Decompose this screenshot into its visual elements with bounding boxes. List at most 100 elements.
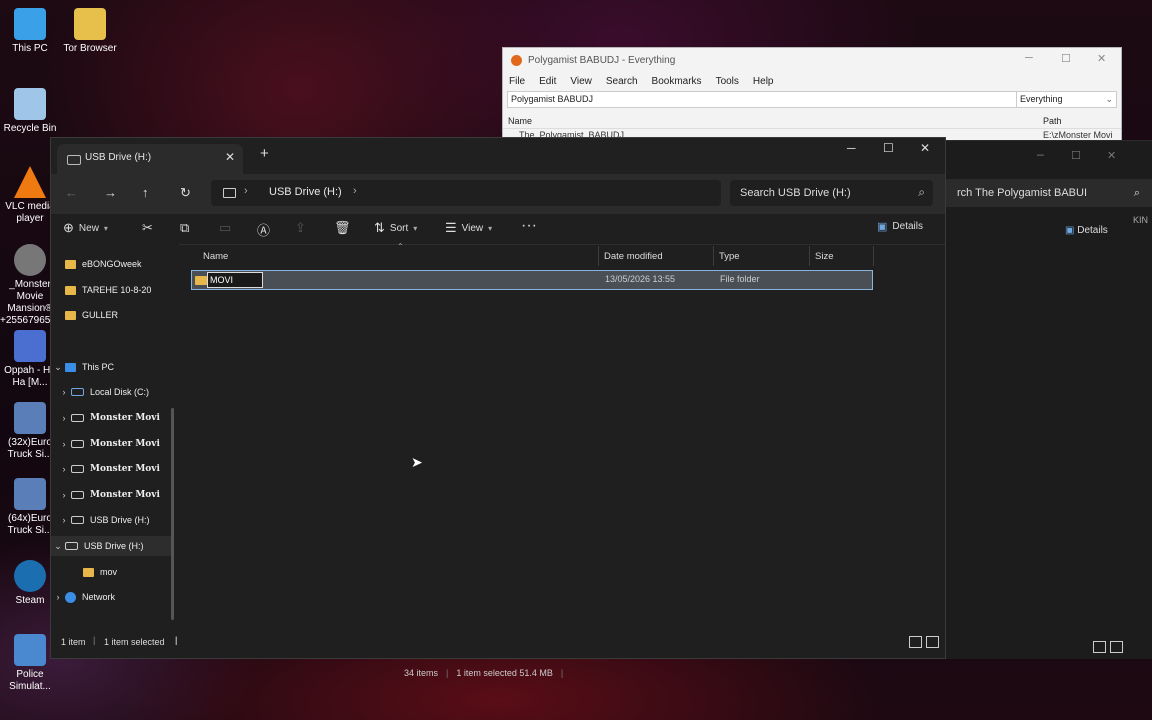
chevron-right-icon[interactable]: › — [57, 413, 71, 423]
details-view-icon[interactable] — [1093, 641, 1106, 653]
column-name[interactable]: Name — [203, 251, 228, 262]
everything-logo-icon — [511, 54, 522, 66]
column-name[interactable]: Name — [508, 116, 532, 126]
background-explorer-window[interactable]: ─ ☐ ✕ rch The Polygamist BABUI ⌕ ▣ Detail… — [943, 140, 1152, 659]
maximize-icon[interactable]: ☐ — [883, 141, 894, 155]
menu-view[interactable]: View — [570, 76, 592, 87]
sort-button[interactable]: ⇅ Sort ▾ — [374, 220, 417, 236]
breadcrumb-usb-drive[interactable]: USB Drive (H:) — [269, 186, 342, 198]
drive-icon — [71, 491, 84, 499]
nav-item-usb-drive-h-selected[interactable]: ⌄ USB Drive (H:) — [51, 536, 171, 556]
chevron-right-icon[interactable]: › — [51, 592, 65, 602]
menu-bookmarks[interactable]: Bookmarks — [652, 76, 702, 87]
file-explorer-window[interactable]: USB Drive (H:) ✕ + ─ ☐ ✕ ← → ↑ ↻ › USB D… — [50, 137, 946, 659]
close-tab-icon[interactable]: ✕ — [225, 150, 235, 164]
desktop-icon-this-pc[interactable]: This PC — [0, 8, 60, 55]
nav-item-this-pc[interactable]: ⌄ This PC — [51, 357, 171, 377]
column-type[interactable]: Type — [719, 251, 740, 262]
tab-usb-drive[interactable]: USB Drive (H:) ✕ — [57, 144, 243, 174]
background-search-text: rch The Polygamist BABUI — [957, 187, 1088, 199]
view-button[interactable]: ☰ View ▾ — [445, 220, 492, 236]
nav-item-label: USB Drive (H:) — [90, 515, 150, 525]
column-divider[interactable] — [873, 246, 874, 266]
delete-button[interactable]: 🗑 — [334, 220, 351, 236]
menu-edit[interactable]: Edit — [539, 76, 556, 87]
chevron-right-icon[interactable]: › — [57, 387, 71, 397]
menu-file[interactable]: File — [509, 76, 525, 87]
chevron-right-icon[interactable]: › — [244, 185, 248, 197]
navigation-pane: eBONGOweek TAREHE 10-8-20 GULLER ⌄ This P… — [51, 244, 179, 620]
chevron-down-icon[interactable]: ⌄ — [51, 362, 65, 373]
rename-input[interactable]: MOVI — [207, 272, 263, 288]
drive-icon — [71, 516, 84, 524]
refresh-icon[interactable]: ↻ — [180, 185, 191, 201]
column-path[interactable]: Path — [1043, 116, 1062, 126]
chevron-down-icon[interactable]: ⌄ — [51, 541, 65, 552]
minimize-icon[interactable]: ─ — [1025, 52, 1033, 64]
column-divider[interactable] — [809, 246, 810, 266]
navigation-scrollbar[interactable] — [171, 408, 174, 620]
nav-item-tarehe[interactable]: TAREHE 10-8-20 — [51, 280, 171, 300]
new-tab-button[interactable]: + — [260, 145, 269, 162]
desktop-icon-recycle-bin[interactable]: Recycle Bin — [0, 88, 60, 135]
details-pane-icon: ▣ — [877, 221, 888, 233]
breadcrumb[interactable]: › USB Drive (H:) › — [211, 180, 721, 206]
chevron-right-icon[interactable]: › — [57, 490, 71, 500]
minimize-icon[interactable]: ─ — [1037, 149, 1044, 162]
nav-item-monster-movi-1[interactable]: › Monster Movi — [57, 408, 177, 428]
chevron-right-icon[interactable]: › — [57, 515, 71, 525]
rename-button[interactable]: Ⓐ — [257, 220, 270, 239]
menu-search[interactable]: Search — [606, 76, 638, 87]
nav-item-network[interactable]: › Network — [51, 587, 171, 607]
tiles-view-icon[interactable] — [1110, 641, 1123, 653]
cut-button[interactable]: ✂ — [142, 220, 153, 236]
nav-item-monster-movi-2[interactable]: › Monster Movi — [57, 434, 177, 454]
nav-item-guller[interactable]: GULLER — [51, 305, 171, 325]
forward-arrow-icon[interactable]: → — [104, 185, 117, 200]
share-button[interactable]: ⇪ — [295, 220, 306, 236]
new-label: New — [78, 222, 99, 234]
maximize-icon[interactable]: ☐ — [1061, 52, 1071, 65]
column-header: ⌃ Name Date modified Type Size — [185, 242, 921, 268]
close-icon[interactable]: ✕ — [920, 141, 930, 155]
nav-item-ebongoweek[interactable]: eBONGOweek — [51, 254, 171, 274]
nav-item-label: This PC — [82, 362, 115, 372]
search-input[interactable]: Search USB Drive (H:) ⌕ — [730, 180, 933, 206]
table-row[interactable]: MOVI 13/05/2026 13:55 File folder — [191, 270, 873, 290]
column-size[interactable]: Size — [815, 251, 833, 262]
nav-item-local-disk[interactable]: › Local Disk (C:) — [57, 382, 177, 402]
column-date-modified[interactable]: Date modified — [604, 251, 663, 262]
tiles-view-icon[interactable] — [926, 636, 939, 648]
paste-button[interactable]: ▭ — [219, 220, 231, 236]
close-icon[interactable]: ✕ — [1097, 52, 1106, 65]
menu-tools[interactable]: Tools — [716, 76, 739, 87]
file-list: ⌃ Name Date modified Type Size MOVI 13/0… — [185, 242, 945, 620]
nav-item-usb-drive-h[interactable]: › USB Drive (H:) — [57, 510, 177, 530]
menu-help[interactable]: Help — [753, 76, 774, 87]
back-arrow-icon[interactable]: ← — [65, 185, 78, 200]
maximize-icon[interactable]: ☐ — [1071, 149, 1081, 162]
new-button[interactable]: ⊕ New ▾ — [63, 220, 108, 236]
details-button[interactable]: ▣ Details — [877, 220, 923, 233]
everything-search-input[interactable]: Polygamist BABUDJ — [507, 91, 1020, 108]
nav-item-monster-movi-4[interactable]: › Monster Movi — [57, 485, 177, 505]
close-icon[interactable]: ✕ — [1107, 149, 1116, 162]
more-options-button[interactable]: ··· — [521, 217, 537, 235]
column-divider[interactable] — [713, 246, 714, 266]
desktop-icon-tor-browser[interactable]: Tor Browser — [60, 8, 120, 55]
details-view-icon[interactable] — [909, 636, 922, 648]
background-search-box[interactable]: rch The Polygamist BABUI ⌕ — [943, 179, 1152, 207]
nav-item-monster-movi-3[interactable]: › Monster Movi — [57, 459, 177, 479]
copy-button[interactable]: ⧉ — [180, 220, 189, 236]
up-arrow-icon[interactable]: ↑ — [142, 185, 149, 200]
chevron-right-icon[interactable]: › — [353, 185, 357, 197]
background-details-button[interactable]: ▣ Details — [1065, 225, 1108, 236]
chevron-right-icon[interactable]: › — [57, 464, 71, 474]
drive-icon — [71, 465, 84, 473]
column-divider[interactable] — [598, 246, 599, 266]
everything-filter-select[interactable]: Everything ⌄ — [1016, 91, 1117, 108]
everything-window[interactable]: Polygamist BABUDJ - Everything ─ ☐ ✕ Fil… — [502, 47, 1122, 144]
chevron-right-icon[interactable]: › — [57, 439, 71, 449]
folder-icon — [65, 285, 76, 295]
minimize-icon[interactable]: ─ — [847, 141, 856, 155]
